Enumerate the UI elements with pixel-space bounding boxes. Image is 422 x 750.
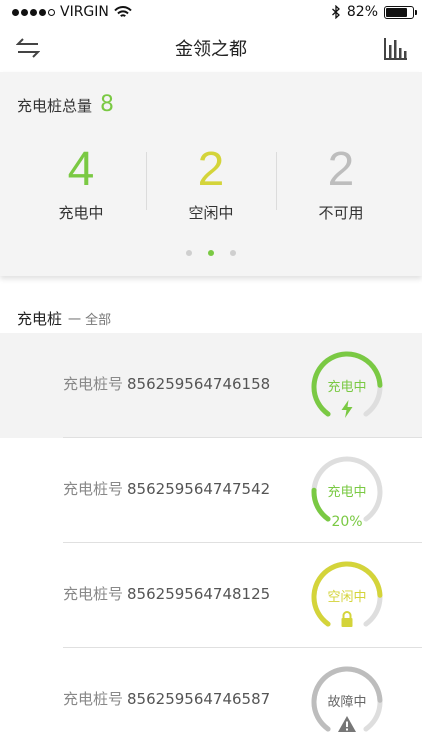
- stat-charging[interactable]: 4 充电中: [16, 142, 146, 232]
- section-header: 充电桩 一 全部: [17, 308, 111, 329]
- lightning-icon: [341, 400, 353, 418]
- pile-id: 856259564748125: [127, 585, 271, 603]
- page-title: 金领之都: [175, 39, 247, 60]
- pile-row[interactable]: 充电桩号 856259564746587 故障中: [0, 648, 422, 750]
- wifi-icon: [114, 5, 132, 17]
- pile-text: 充电桩号 856259564747542: [63, 478, 270, 499]
- pile-label: 充电桩号: [63, 375, 124, 393]
- bluetooth-icon: [331, 5, 340, 19]
- pile-id: 856259564747542: [127, 480, 271, 498]
- lock-icon: [341, 611, 353, 627]
- pile-text: 充电桩号 856259564746158: [63, 373, 270, 394]
- filter-label[interactable]: 一 全部: [68, 309, 111, 328]
- stat-label: 空闲中: [188, 204, 234, 222]
- pile-row[interactable]: 充电桩号 856259564747542 充电中 20%: [0, 438, 422, 543]
- pile-id: 856259564746158: [127, 375, 271, 393]
- bar-chart-icon[interactable]: [384, 36, 408, 60]
- summary-card[interactable]: 充电桩总量 8 4 充电中 2 空闲中 2 不可用: [0, 72, 422, 276]
- signal-dots-icon: [12, 8, 55, 16]
- stat-value: 4: [67, 143, 95, 196]
- page-indicator[interactable]: [0, 250, 422, 256]
- stat-label: 不可用: [318, 204, 364, 222]
- status-bar: VIRGIN 82%: [0, 0, 422, 24]
- stat-idle[interactable]: 2 空闲中: [146, 142, 276, 232]
- page-dot[interactable]: [230, 250, 236, 256]
- status-left: VIRGIN: [12, 4, 132, 20]
- stat-value: 2: [327, 143, 355, 196]
- carrier-name: VIRGIN: [60, 4, 109, 20]
- battery-percent: 82%: [346, 4, 378, 20]
- pile-label: 充电桩号: [63, 480, 124, 498]
- page-dot[interactable]: [208, 250, 214, 256]
- pile-label: 充电桩号: [63, 690, 124, 708]
- status-label: 充电中: [327, 380, 367, 395]
- total-label: 充电桩总量: [17, 97, 93, 115]
- stats-row: 4 充电中 2 空闲中 2 不可用: [16, 142, 406, 232]
- nav-bar: 金领之都: [0, 24, 422, 72]
- pile-row[interactable]: 充电桩号 856259564748125 空闲中: [0, 543, 422, 648]
- warning-icon: [338, 716, 356, 732]
- battery-icon: [384, 5, 417, 19]
- pile-label: 充电桩号: [63, 585, 124, 603]
- pile-list: 充电桩号 856259564746158 充电中 充电桩号 856259564747…: [0, 333, 422, 750]
- stat-unavailable[interactable]: 2 不可用: [276, 142, 406, 232]
- total-value: 8: [100, 92, 115, 117]
- switch-arrows-icon[interactable]: [16, 37, 40, 59]
- stat-label: 充电中: [58, 204, 104, 222]
- status-label: 故障中: [327, 695, 367, 710]
- status-label: 空闲中: [327, 590, 367, 605]
- status-label: 充电中: [327, 485, 367, 500]
- status-right: 82%: [331, 4, 417, 20]
- pile-row[interactable]: 充电桩号 856259564746158 充电中: [0, 333, 422, 438]
- section-title: 充电桩: [17, 310, 63, 328]
- pile-text: 充电桩号 856259564746587: [63, 688, 270, 709]
- pile-text: 充电桩号 856259564748125: [63, 583, 270, 604]
- charge-progress: 20%: [331, 514, 363, 530]
- total-row: 充电桩总量 8: [17, 92, 114, 117]
- stat-value: 2: [197, 143, 225, 196]
- page-dot[interactable]: [186, 250, 192, 256]
- pile-id: 856259564746587: [127, 690, 271, 708]
